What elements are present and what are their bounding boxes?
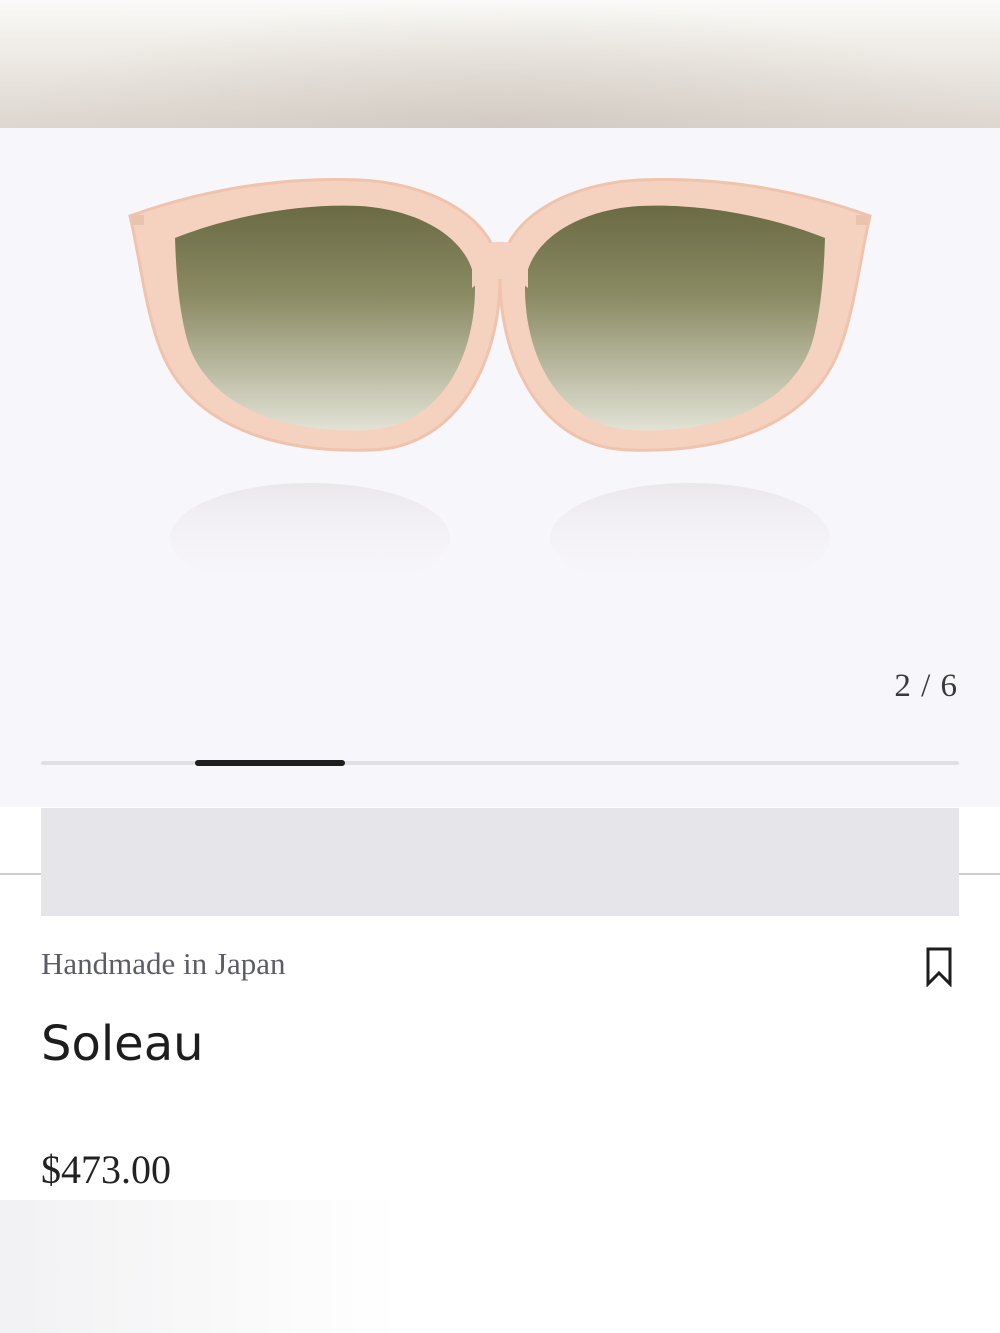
bottom-blurred-area [0, 1200, 1000, 1333]
product-title: Soleau [41, 1016, 204, 1072]
gallery-current-index: 2 [894, 668, 912, 704]
gallery-scrollbar[interactable] [41, 760, 959, 766]
gallery-scroll-thumb[interactable] [195, 760, 345, 766]
bookmark-icon[interactable] [925, 947, 953, 987]
product-price: $473.00 [41, 1147, 171, 1192]
product-image-gallery[interactable]: 2 / 6 [0, 128, 1000, 807]
sunglasses-image [128, 178, 872, 593]
gallery-counter-separator: / [921, 668, 932, 704]
product-origin-label: Handmade in Japan [41, 946, 286, 981]
gallery-total-count: 6 [940, 668, 958, 704]
content-placeholder [41, 808, 959, 916]
gallery-counter: 2 / 6 [894, 668, 958, 705]
top-blurred-header [0, 0, 1000, 128]
